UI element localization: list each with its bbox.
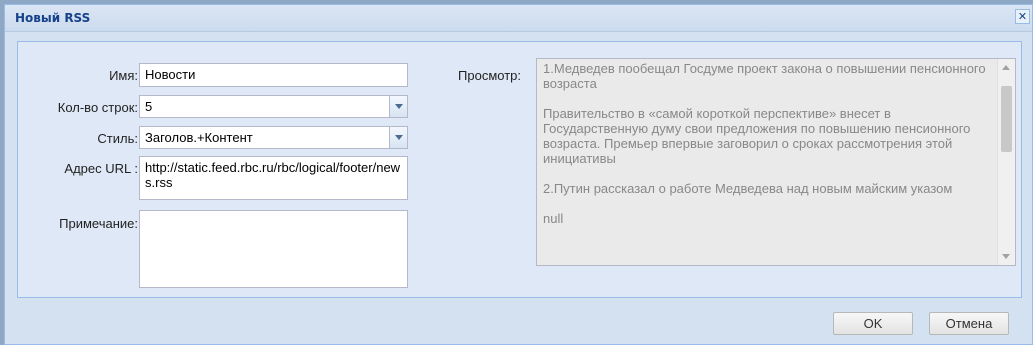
rows-count-combo[interactable]: 5 bbox=[139, 95, 408, 118]
dialog-title: Новый RSS bbox=[15, 11, 91, 25]
style-combo[interactable]: Заголов.+Контент bbox=[139, 126, 408, 149]
scroll-up-icon[interactable] bbox=[1002, 65, 1010, 70]
scroll-thumb[interactable] bbox=[1001, 86, 1012, 152]
chevron-down-icon[interactable] bbox=[389, 126, 408, 149]
close-icon[interactable]: ✕ bbox=[1015, 9, 1030, 24]
scroll-down-icon[interactable] bbox=[1002, 254, 1010, 259]
style-label: Стиль: bbox=[97, 131, 138, 146]
ok-button[interactable]: OK bbox=[833, 312, 913, 335]
url-label: Адрес URL : bbox=[64, 161, 138, 176]
rows-count-value: 5 bbox=[145, 99, 153, 114]
name-input[interactable]: Новости bbox=[139, 63, 408, 87]
preview-box[interactable]: 1.Медведев пообещал Госдуме проект закон… bbox=[536, 58, 1016, 266]
rss-dialog: Новый RSS ✕ Имя: Новости Кол-во строк: 5… bbox=[4, 4, 1033, 345]
preview-label: Просмотр: bbox=[458, 68, 521, 83]
chevron-down-icon[interactable] bbox=[389, 95, 408, 118]
style-value: Заголов.+Контент bbox=[145, 130, 253, 145]
dialog-header[interactable]: Новый RSS ✕ bbox=[5, 5, 1032, 32]
note-input[interactable] bbox=[139, 210, 408, 288]
note-label: Примечание: bbox=[59, 216, 138, 231]
form-panel: Имя: Новости Кол-во строк: 5 Стиль: Заго… bbox=[17, 41, 1022, 298]
cancel-button[interactable]: Отмена bbox=[929, 312, 1009, 335]
rows-count-label: Кол-во строк: bbox=[57, 100, 138, 115]
url-input[interactable]: http://static.feed.rbc.ru/rbc/logical/fo… bbox=[139, 156, 408, 200]
preview-text: 1.Медведев пообещал Госдуме проект закон… bbox=[543, 61, 986, 226]
name-label: Имя: bbox=[109, 68, 138, 83]
preview-scrollbar[interactable] bbox=[997, 59, 1015, 265]
